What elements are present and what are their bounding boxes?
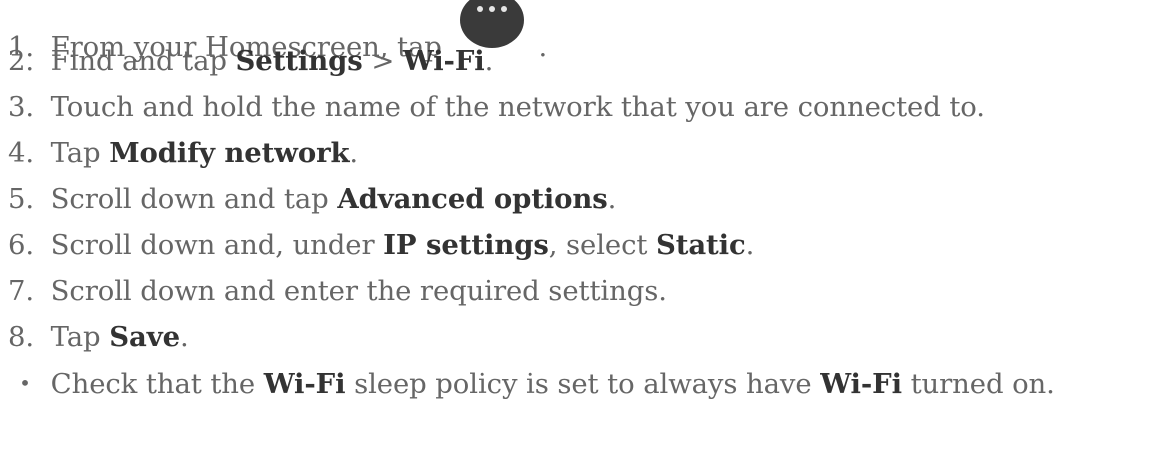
ui-term-advanced-options: Advanced options	[337, 183, 608, 215]
step-text: Tap	[50, 321, 110, 353]
step-text: .	[745, 229, 755, 261]
step-text: Scroll down and enter the required setti…	[50, 275, 667, 307]
step-number: 4.	[8, 137, 35, 169]
step-text: .	[484, 45, 494, 77]
step-6: 6. Scroll down and, under IP settings, s…	[0, 222, 1150, 268]
ui-term-settings: Settings	[235, 45, 363, 77]
step-text: Find and tap	[50, 45, 236, 77]
step-text: .	[349, 137, 359, 169]
step-number: 2.	[8, 45, 35, 77]
note-text: turned on.	[901, 368, 1055, 400]
step-1: 1. From your Homescreen, tap .	[0, 0, 1150, 63]
step-5: 5. Scroll down and tap Advanced options.	[0, 176, 1150, 222]
step-text: .	[538, 31, 548, 63]
step-number: 8.	[8, 321, 35, 353]
step-8: 8. Tap Save.	[0, 314, 1150, 360]
step-number: 3.	[8, 91, 35, 123]
bullet-icon: •	[19, 371, 31, 395]
step-text: .	[179, 321, 189, 353]
ui-term-wifi: Wi-Fi	[402, 45, 485, 77]
ui-term-static: Static	[655, 229, 746, 261]
ui-term-save: Save	[109, 321, 180, 353]
note-item: • Check that the Wi-Fi sleep policy is s…	[0, 360, 1150, 406]
instruction-list: 1. From your Homescreen, tap . 2. Find a…	[0, 0, 1150, 406]
step-number: 6.	[8, 229, 35, 261]
step-4: 4. Tap Modify network.	[0, 130, 1150, 176]
step-text: , select	[548, 229, 656, 261]
step-7: 7. Scroll down and enter the required se…	[0, 268, 1150, 314]
step-2: 2. Find and tap Settings > Wi-Fi.	[0, 38, 1150, 84]
step-text: Scroll down and, under	[50, 229, 384, 261]
step-3: 3. Touch and hold the name of the networ…	[0, 84, 1150, 130]
ui-term-modify-network: Modify network	[109, 137, 350, 169]
ui-term-ip-settings: IP settings	[383, 229, 549, 261]
note-text: Check that the	[50, 368, 264, 400]
ui-term-wifi: Wi-Fi	[263, 368, 346, 400]
step-text: Scroll down and tap	[50, 183, 338, 215]
step-text: Tap	[50, 137, 110, 169]
step-number: 5.	[8, 183, 35, 215]
step-text: Touch and hold the name of the network t…	[50, 91, 985, 123]
ui-term-wifi: Wi-Fi	[820, 368, 902, 400]
step-text: >	[362, 45, 403, 77]
step-text: .	[607, 183, 617, 215]
note-text: sleep policy is set to always have	[345, 368, 821, 400]
step-number: 7.	[8, 275, 35, 307]
